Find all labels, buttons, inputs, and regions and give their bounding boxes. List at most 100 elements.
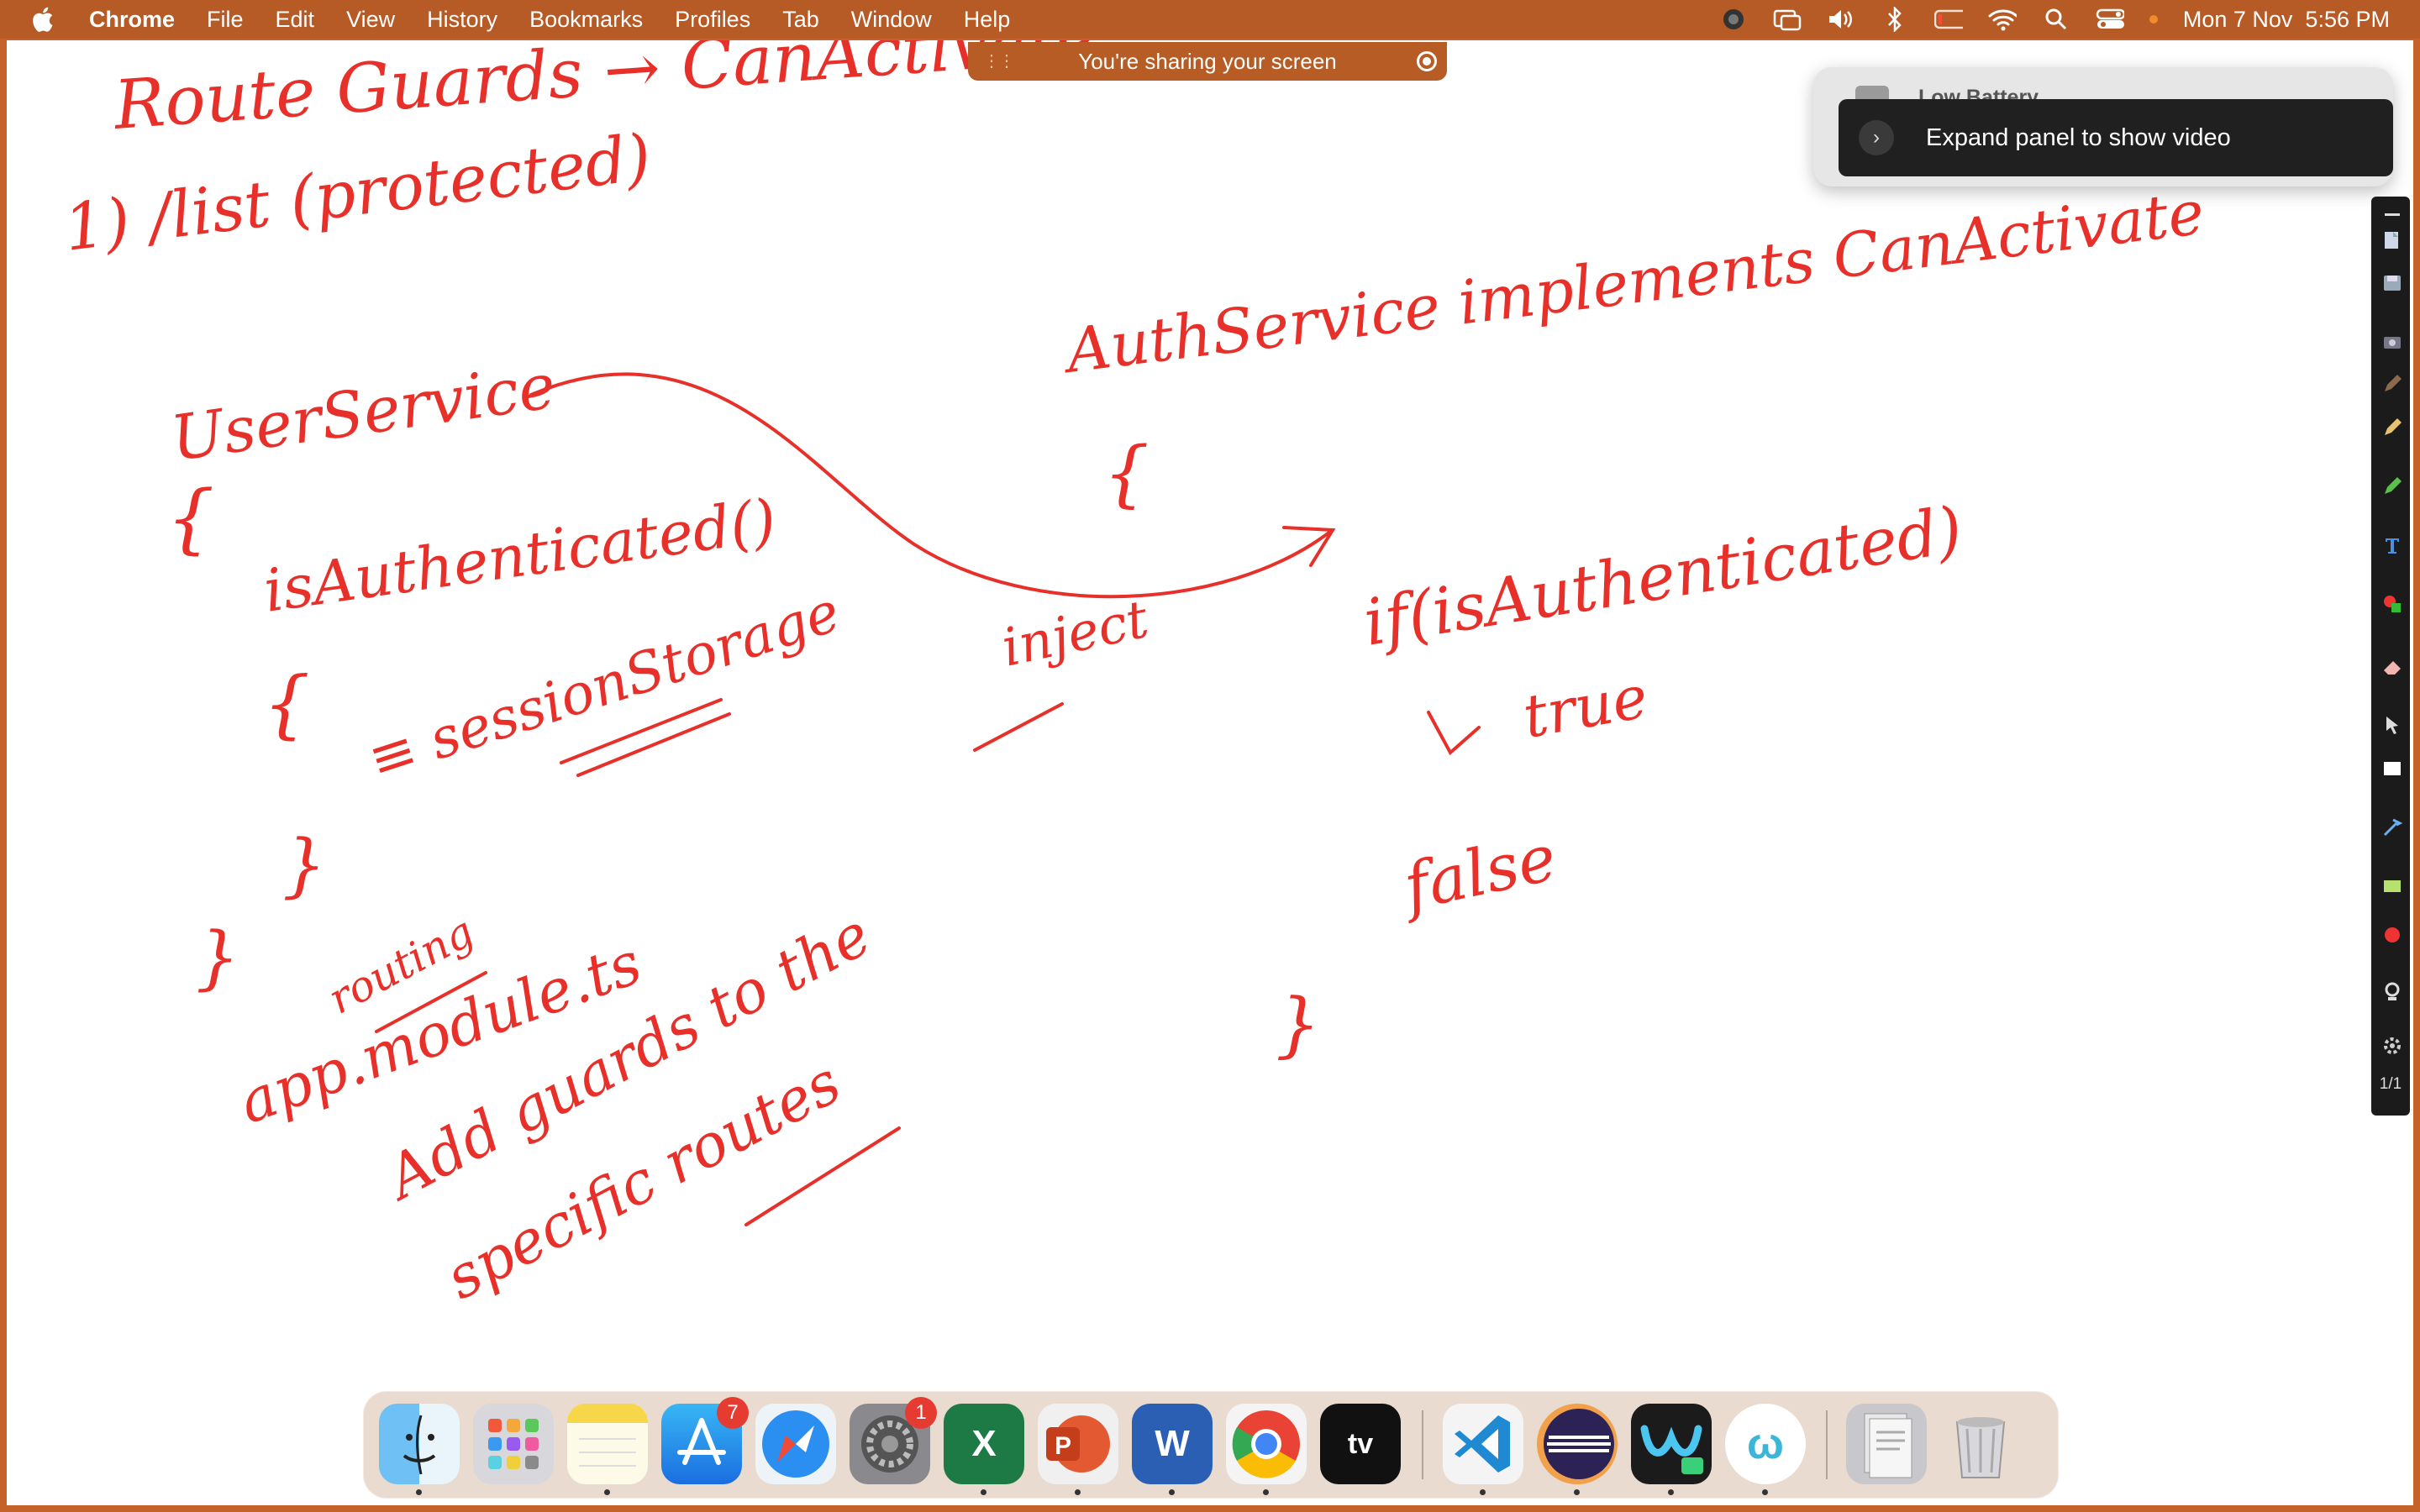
running-indicator	[1169, 1489, 1175, 1495]
running-indicator	[1668, 1489, 1674, 1495]
dock-app-store[interactable]: 7	[661, 1397, 749, 1484]
menu-window[interactable]: Window	[851, 7, 932, 33]
battery-icon[interactable]	[1933, 7, 1963, 32]
dock-word[interactable]: W	[1132, 1404, 1213, 1484]
documents-stack-icon	[1864, 1413, 1912, 1478]
menu-view[interactable]: View	[346, 7, 395, 33]
dock-chrome[interactable]	[1226, 1404, 1307, 1484]
running-indicator	[981, 1489, 986, 1495]
volume-icon[interactable]	[1827, 7, 1855, 32]
menu-bookmarks[interactable]: Bookmarks	[529, 7, 643, 33]
whiteboard-icon[interactable]	[2381, 758, 2403, 780]
running-indicator	[1480, 1489, 1486, 1495]
minimize-icon[interactable]	[2381, 203, 2403, 225]
dock: 7 1 X P W tv ω	[363, 1391, 2059, 1499]
bluetooth-icon[interactable]	[1881, 7, 1909, 32]
note-brace-open-2: {	[263, 660, 310, 747]
dock-launchpad[interactable]	[473, 1404, 554, 1484]
menu-edit[interactable]: Edit	[276, 7, 315, 33]
menu-help[interactable]: Help	[964, 7, 1011, 33]
settings-gear-icon[interactable]	[2381, 1035, 2403, 1057]
webex-status-icon[interactable]	[1719, 7, 1748, 32]
chevron-right-icon[interactable]: ›	[1859, 120, 1894, 155]
save-icon[interactable]	[2381, 272, 2403, 294]
dock-powerpoint[interactable]: P	[1038, 1404, 1118, 1484]
powerpoint-icon: P	[1046, 1415, 1110, 1473]
webex-icon	[1640, 1425, 1703, 1474]
dock-apple-tv[interactable]: tv	[1320, 1404, 1401, 1484]
magic-tool-icon[interactable]	[2381, 816, 2403, 838]
highlighter-icon[interactable]	[2381, 475, 2403, 497]
note-brace-open-1: {	[166, 475, 214, 563]
stop-sharing-button[interactable]	[1417, 51, 1437, 71]
color-picker-icon[interactable]	[2381, 875, 2403, 897]
dock-finder[interactable]	[379, 1404, 460, 1484]
running-indicator	[416, 1489, 422, 1495]
control-center-icon[interactable]	[2096, 7, 2124, 32]
eclipse-icon	[1544, 1409, 1614, 1479]
dock-trash[interactable]	[1940, 1404, 2021, 1484]
menu-history[interactable]: History	[427, 7, 497, 33]
expand-panel-popup[interactable]: › Expand panel to show video	[1839, 99, 2393, 176]
share-banner-label: You're sharing your screen	[1078, 48, 1337, 74]
stop-sharing-icon	[1423, 57, 1431, 66]
wifi-icon[interactable]	[1988, 7, 2017, 32]
menu-clock[interactable]: Mon 7 Nov 5:56 PM	[2183, 7, 2390, 33]
dock-system-preferences[interactable]: 1	[850, 1397, 937, 1484]
dock-whiteboard-app[interactable]: ω	[1725, 1404, 1806, 1484]
spotlight-search-icon[interactable]	[2042, 7, 2070, 32]
dock-excel[interactable]: X	[944, 1404, 1024, 1484]
new-page-icon[interactable]	[2381, 228, 2403, 250]
dock-documents-folder[interactable]	[1846, 1404, 1927, 1484]
note-brace-close-3: }	[1276, 983, 1320, 1065]
pointer-icon[interactable]	[2381, 714, 2403, 736]
dock-webex[interactable]	[1631, 1404, 1712, 1484]
pencil-icon[interactable]	[2381, 417, 2403, 438]
note-false: false	[1393, 820, 1562, 926]
pen-icon[interactable]	[2381, 373, 2403, 395]
trash-icon	[1955, 1417, 2006, 1478]
shapes-icon[interactable]	[2381, 593, 2403, 615]
menu-tab[interactable]: Tab	[782, 7, 819, 33]
note-inject: inject	[997, 588, 1154, 679]
dock-eclipse[interactable]	[1537, 1404, 1618, 1484]
running-indicator	[1075, 1489, 1081, 1495]
running-indicator	[604, 1489, 610, 1495]
note-brace-close-1: }	[282, 826, 326, 906]
apple-tv-icon: tv	[1347, 1427, 1374, 1460]
dock-vscode[interactable]	[1443, 1404, 1523, 1484]
note-brace-close-2: }	[196, 918, 239, 998]
running-indicator	[1762, 1489, 1768, 1495]
spotlight-tool-icon[interactable]	[2381, 981, 2403, 1003]
menu-file[interactable]: File	[207, 7, 244, 33]
safari-compass-icon	[762, 1410, 829, 1478]
dock-safari[interactable]	[755, 1404, 836, 1484]
record-icon[interactable]	[2381, 924, 2403, 946]
drag-grip-icon[interactable]: ⋮⋮	[983, 50, 1015, 71]
running-indicator	[1574, 1489, 1580, 1495]
dock-separator	[1826, 1410, 1828, 1479]
screenshot-icon[interactable]	[2381, 331, 2403, 353]
svg-text:P: P	[1055, 1432, 1071, 1460]
inject-pointer-stroke	[973, 702, 1064, 752]
running-indicator	[1263, 1489, 1269, 1495]
menu-app-name[interactable]: Chrome	[89, 7, 175, 33]
screen-mirroring-icon[interactable]	[1773, 7, 1802, 32]
page-indicator: 1/1	[2379, 1075, 2402, 1093]
recording-dot-icon	[2149, 7, 2158, 32]
dock-notes[interactable]	[567, 1404, 648, 1484]
excel-icon: X	[971, 1423, 997, 1464]
annotation-toolbar: 1/1	[2371, 197, 2410, 1116]
note-userservice: UserService	[167, 350, 560, 475]
screen-share-banner[interactable]: ⋮⋮ You're sharing your screen	[968, 42, 1447, 81]
note-brace-open-3: {	[1103, 432, 1150, 516]
note-if-isauthenticated: if(isAuthenticated)	[1359, 491, 1967, 659]
note-true: true	[1518, 662, 1653, 751]
eraser-icon[interactable]	[2381, 655, 2403, 677]
apple-menu-icon[interactable]	[32, 5, 57, 34]
whiteboard-canvas[interactable]: Route Guards → CanActivate 1) /list (pro…	[7, 40, 2413, 1505]
menu-profiles[interactable]: Profiles	[675, 7, 750, 33]
text-tool-icon[interactable]	[2381, 534, 2403, 556]
menu-bar: Chrome File Edit View History Bookmarks …	[0, 0, 2420, 39]
notes-icon	[579, 1438, 636, 1467]
